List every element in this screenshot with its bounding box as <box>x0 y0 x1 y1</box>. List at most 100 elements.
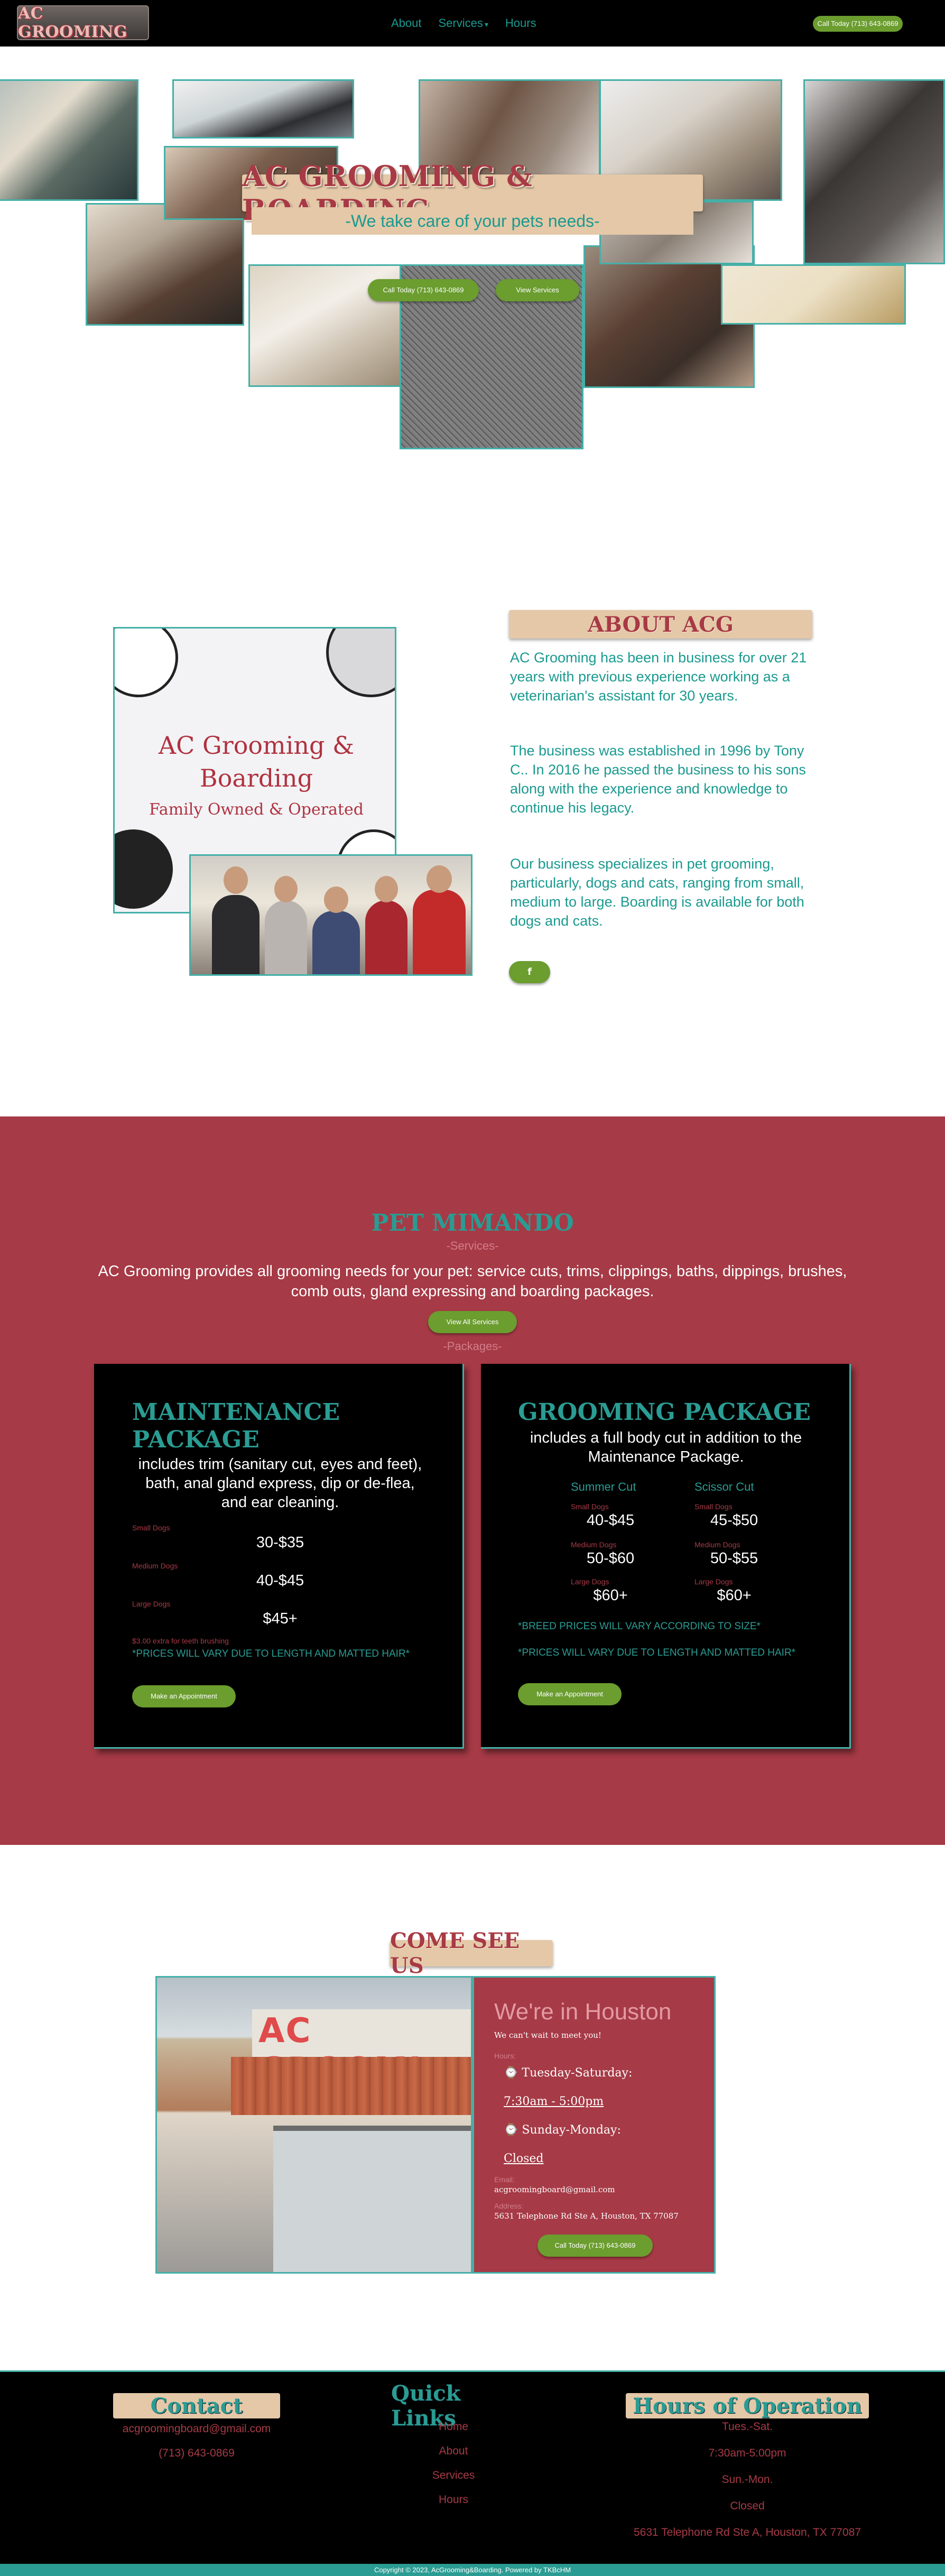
about-title-banner: ABOUT ACG <box>509 610 812 639</box>
hero-subtitle: -We take care of your pets needs- <box>345 211 600 230</box>
hero-photo-white-puppies <box>721 264 906 325</box>
scissor-price: $60+ <box>717 1587 752 1604</box>
email-label: Email: <box>494 2175 515 2184</box>
scissor-size-label: Small Dogs <box>694 1502 733 1511</box>
footer-link-services[interactable]: Services <box>401 2469 506 2482</box>
address-label: Address: <box>494 2202 524 2210</box>
footer-hours-days-1: Tues.-Sat. <box>721 2421 773 2433</box>
person-head <box>427 865 452 893</box>
contact-email[interactable]: acgroomingboard@gmail.com <box>494 2185 615 2194</box>
person <box>265 900 307 974</box>
summer-size-label: Medium Dogs <box>571 1540 617 1549</box>
hero-photo-pomeranian <box>0 79 138 201</box>
team-family-photo <box>189 854 472 976</box>
site-logo[interactable]: AC GROOMING <box>17 4 149 41</box>
location-tagline: We can't wait to meet you! <box>494 2030 601 2040</box>
footer-hours-days-2: Sun.-Mon. <box>721 2473 773 2486</box>
maintenance-price-note: *PRICES WILL VARY DUE TO LENGTH AND MATT… <box>132 1648 410 1659</box>
footer-link-hours[interactable]: Hours <box>401 2494 506 2506</box>
location-heading: We're in Houston <box>494 1999 672 2025</box>
grooming-description: includes a full body cut in addition to … <box>530 1429 802 1465</box>
hours-time-2: Closed <box>504 2152 544 2165</box>
nav-link-hours[interactable]: Hours <box>505 16 536 30</box>
maintenance-appointment-button[interactable]: Make an Appointment <box>132 1685 236 1707</box>
person-head <box>274 876 298 902</box>
summer-size-label: Small Dogs <box>571 1502 609 1511</box>
grooming-title: GROOMING PACKAGE <box>518 1399 811 1426</box>
nav-call-button[interactable]: Call Today (713) 643-0869 <box>813 16 903 32</box>
about-paragraph-3: Our business specializes in pet grooming… <box>510 856 804 929</box>
hero-view-services-button[interactable]: View Services <box>496 279 579 301</box>
maintenance-title: MAINTENANCE PACKAGE <box>132 1399 340 1453</box>
hero-photo-schnauzer <box>803 79 945 264</box>
summer-size-label: Large Dogs <box>571 1577 609 1586</box>
storefront-photo: AC GROOMI <box>155 1976 472 2274</box>
footer-contact-title: Contact <box>150 2393 243 2418</box>
clock-icon: ⌚ <box>504 2066 518 2080</box>
about-art-title: AC Grooming & Boarding <box>158 731 355 792</box>
paw-icon <box>326 629 395 697</box>
footer-links-banner: Quick Links <box>391 2381 516 2431</box>
store-windows <box>273 2126 471 2272</box>
summer-price: $60+ <box>593 1587 628 1604</box>
maintenance-size-label: Small Dogs <box>132 1524 170 1532</box>
nav-link-services[interactable]: Services ▾ <box>439 16 488 30</box>
person-head <box>324 887 348 913</box>
services-title: PET MIMANDO <box>371 1209 574 1236</box>
summer-price: 40-$45 <box>586 1512 635 1529</box>
hours-time-1: 7:30am - 5:00pm <box>504 2095 604 2108</box>
nav-link-about[interactable]: About <box>391 16 422 30</box>
services-description: AC Grooming provides all grooming needs … <box>98 1263 847 1300</box>
come-see-us-banner: COME SEE US <box>390 1928 553 1978</box>
person <box>365 900 407 974</box>
hours-day-1-label: Tuesday-Saturday: <box>522 2066 633 2080</box>
about-art-subtitle: Family Owned & Operated <box>149 800 364 819</box>
scissor-price: 45-$50 <box>710 1512 758 1529</box>
facebook-icon[interactable]: f <box>509 961 550 983</box>
person <box>312 911 360 974</box>
footer-address: 5631 Telephone Rd Ste A, Houston, TX 770… <box>633 2526 861 2538</box>
come-see-us-title: COME SEE US <box>390 1928 520 1978</box>
maintenance-description: includes trim (sanitary cut, eyes and fe… <box>138 1456 422 1511</box>
scissor-cut-heading: Scissor Cut <box>694 1480 754 1493</box>
nav-link-services-label: Services <box>438 16 483 30</box>
about-title: ABOUT ACG <box>587 612 734 637</box>
footer-link-home[interactable]: Home <box>401 2421 506 2433</box>
chevron-down-icon: ▾ <box>484 20 488 29</box>
footer-hours-time-2: Closed <box>730 2500 765 2512</box>
hero-photo-black-white-dog <box>172 79 354 139</box>
page: AC GROOMING About Services ▾ Hours Call T… <box>0 0 945 2576</box>
about-paragraph-1: AC Grooming has been in business for ove… <box>510 650 807 704</box>
paw-icon <box>115 829 173 909</box>
person <box>413 890 466 974</box>
hours-label: Hours: <box>494 2052 516 2060</box>
maintenance-size-label: Medium Dogs <box>132 1562 178 1570</box>
footer-hours-time-1: 7:30am-5:00pm <box>708 2447 786 2459</box>
grooming-package-card: GROOMING PACKAGE includes a full body cu… <box>481 1364 851 1749</box>
packages-label: -Packages- <box>443 1340 502 1353</box>
footer-phone[interactable]: (713) 643-0869 <box>91 2447 302 2460</box>
copyright-bar: Copyright © 2023, AcGrooming&Boarding. P… <box>0 2564 945 2576</box>
hero-photo-shih-tzu <box>86 203 244 326</box>
hero-subtitle-banner: -We take care of your pets needs- <box>252 207 693 235</box>
maintenance-package-card: MAINTENANCE PACKAGE includes trim (sanit… <box>94 1364 464 1749</box>
store-roof <box>231 2057 471 2115</box>
location-call-button[interactable]: Call Today (713) 643-0869 <box>538 2235 653 2257</box>
footer-email[interactable]: acgroomingboard@gmail.com <box>91 2423 302 2435</box>
scissor-size-label: Large Dogs <box>694 1577 733 1586</box>
hours-day-2: ⌚ Sunday-Monday: <box>504 2123 621 2137</box>
footer-hours-banner: Hours of Operation <box>626 2393 869 2418</box>
scissor-size-label: Medium Dogs <box>694 1540 740 1549</box>
footer: Contact acgroomingboard@gmail.com (713) … <box>0 2370 945 2564</box>
hours-day-1: ⌚ Tuesday-Saturday: <box>504 2066 632 2080</box>
services-subtitle: -Services- <box>446 1239 499 1252</box>
grooming-appointment-button[interactable]: Make an Appointment <box>518 1683 622 1705</box>
about-paragraph-2: The business was established in 1996 by … <box>510 743 806 816</box>
footer-link-about[interactable]: About <box>401 2445 506 2458</box>
grooming-price-note: *PRICES WILL VARY DUE TO LENGTH AND MATT… <box>518 1647 796 1658</box>
footer-hours-title: Hours of Operation <box>633 2393 862 2418</box>
nav-links: About Services ▾ Hours <box>391 16 536 30</box>
clock-icon: ⌚ <box>504 2123 518 2137</box>
view-all-services-button[interactable]: View All Services <box>428 1311 517 1333</box>
hero-call-button[interactable]: Call Today (713) 643-0869 <box>368 279 479 301</box>
